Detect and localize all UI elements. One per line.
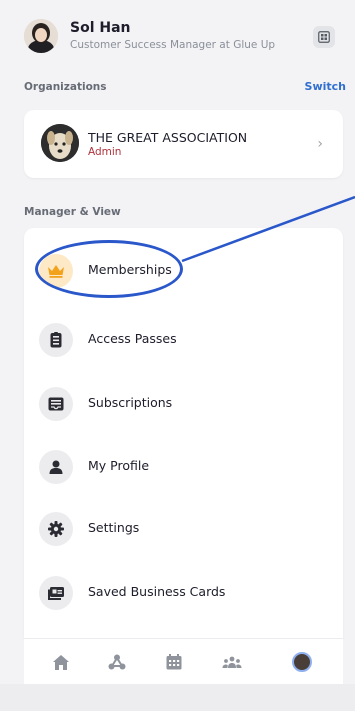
tab-home[interactable] xyxy=(50,651,72,673)
tab-community[interactable] xyxy=(221,651,243,673)
person-icon xyxy=(39,450,73,484)
menu-item-saved-business-cards[interactable]: Saved Business Cards xyxy=(24,562,343,624)
tab-calendar[interactable] xyxy=(163,651,185,673)
tab-network[interactable] xyxy=(106,651,128,673)
community-icon xyxy=(222,656,242,668)
menu-item-label: Access Passes xyxy=(88,331,177,346)
organizations-label: Organizations xyxy=(24,81,107,93)
menu-item-label: Subscriptions xyxy=(88,395,173,410)
profile-avatar xyxy=(292,652,312,672)
menu-item-subscriptions[interactable]: Subscriptions xyxy=(24,373,343,435)
organization-name: THE GREAT ASSOCIATION xyxy=(88,130,248,145)
profile-header: Sol Han Customer Success Manager at Glue… xyxy=(0,0,355,70)
gear-icon xyxy=(39,512,73,546)
calendar-icon xyxy=(166,654,182,670)
user-role: Customer Success Manager at Glue Up xyxy=(70,39,276,51)
menu-item-label: Saved Business Cards xyxy=(88,584,226,599)
user-avatar[interactable] xyxy=(24,19,58,53)
organization-avatar xyxy=(41,124,79,162)
inbox-icon xyxy=(39,387,73,421)
menu-item-partial[interactable] xyxy=(24,624,343,638)
network-icon xyxy=(108,654,126,670)
organization-card[interactable]: THE GREAT ASSOCIATION Admin › xyxy=(24,110,343,178)
menu-item-my-profile[interactable]: My Profile xyxy=(24,436,343,498)
account-screen: Sol Han Customer Success Manager at Glue… xyxy=(0,0,355,711)
badge-icon xyxy=(39,323,73,357)
menu-item-access-passes[interactable]: Access Passes xyxy=(24,309,343,371)
qr-code-button[interactable] xyxy=(313,26,335,48)
user-name: Sol Han xyxy=(70,20,131,36)
organization-role: Admin xyxy=(88,146,122,158)
bottom-safe-area xyxy=(0,684,355,711)
manager-view-label: Manager & View xyxy=(24,206,121,218)
menu-item-label: My Profile xyxy=(88,458,150,473)
business-card-icon xyxy=(39,576,73,610)
menu-item-settings[interactable]: Settings xyxy=(24,498,343,560)
menu-item-label: Settings xyxy=(88,520,140,535)
qr-code-icon xyxy=(318,31,330,43)
home-icon xyxy=(53,654,69,670)
annotation-highlight-ellipse xyxy=(35,240,183,298)
switch-organization-link[interactable]: Switch xyxy=(305,80,346,93)
bottom-tab-bar xyxy=(24,638,343,685)
chevron-right-icon: › xyxy=(317,136,323,152)
tab-profile[interactable] xyxy=(291,651,313,673)
